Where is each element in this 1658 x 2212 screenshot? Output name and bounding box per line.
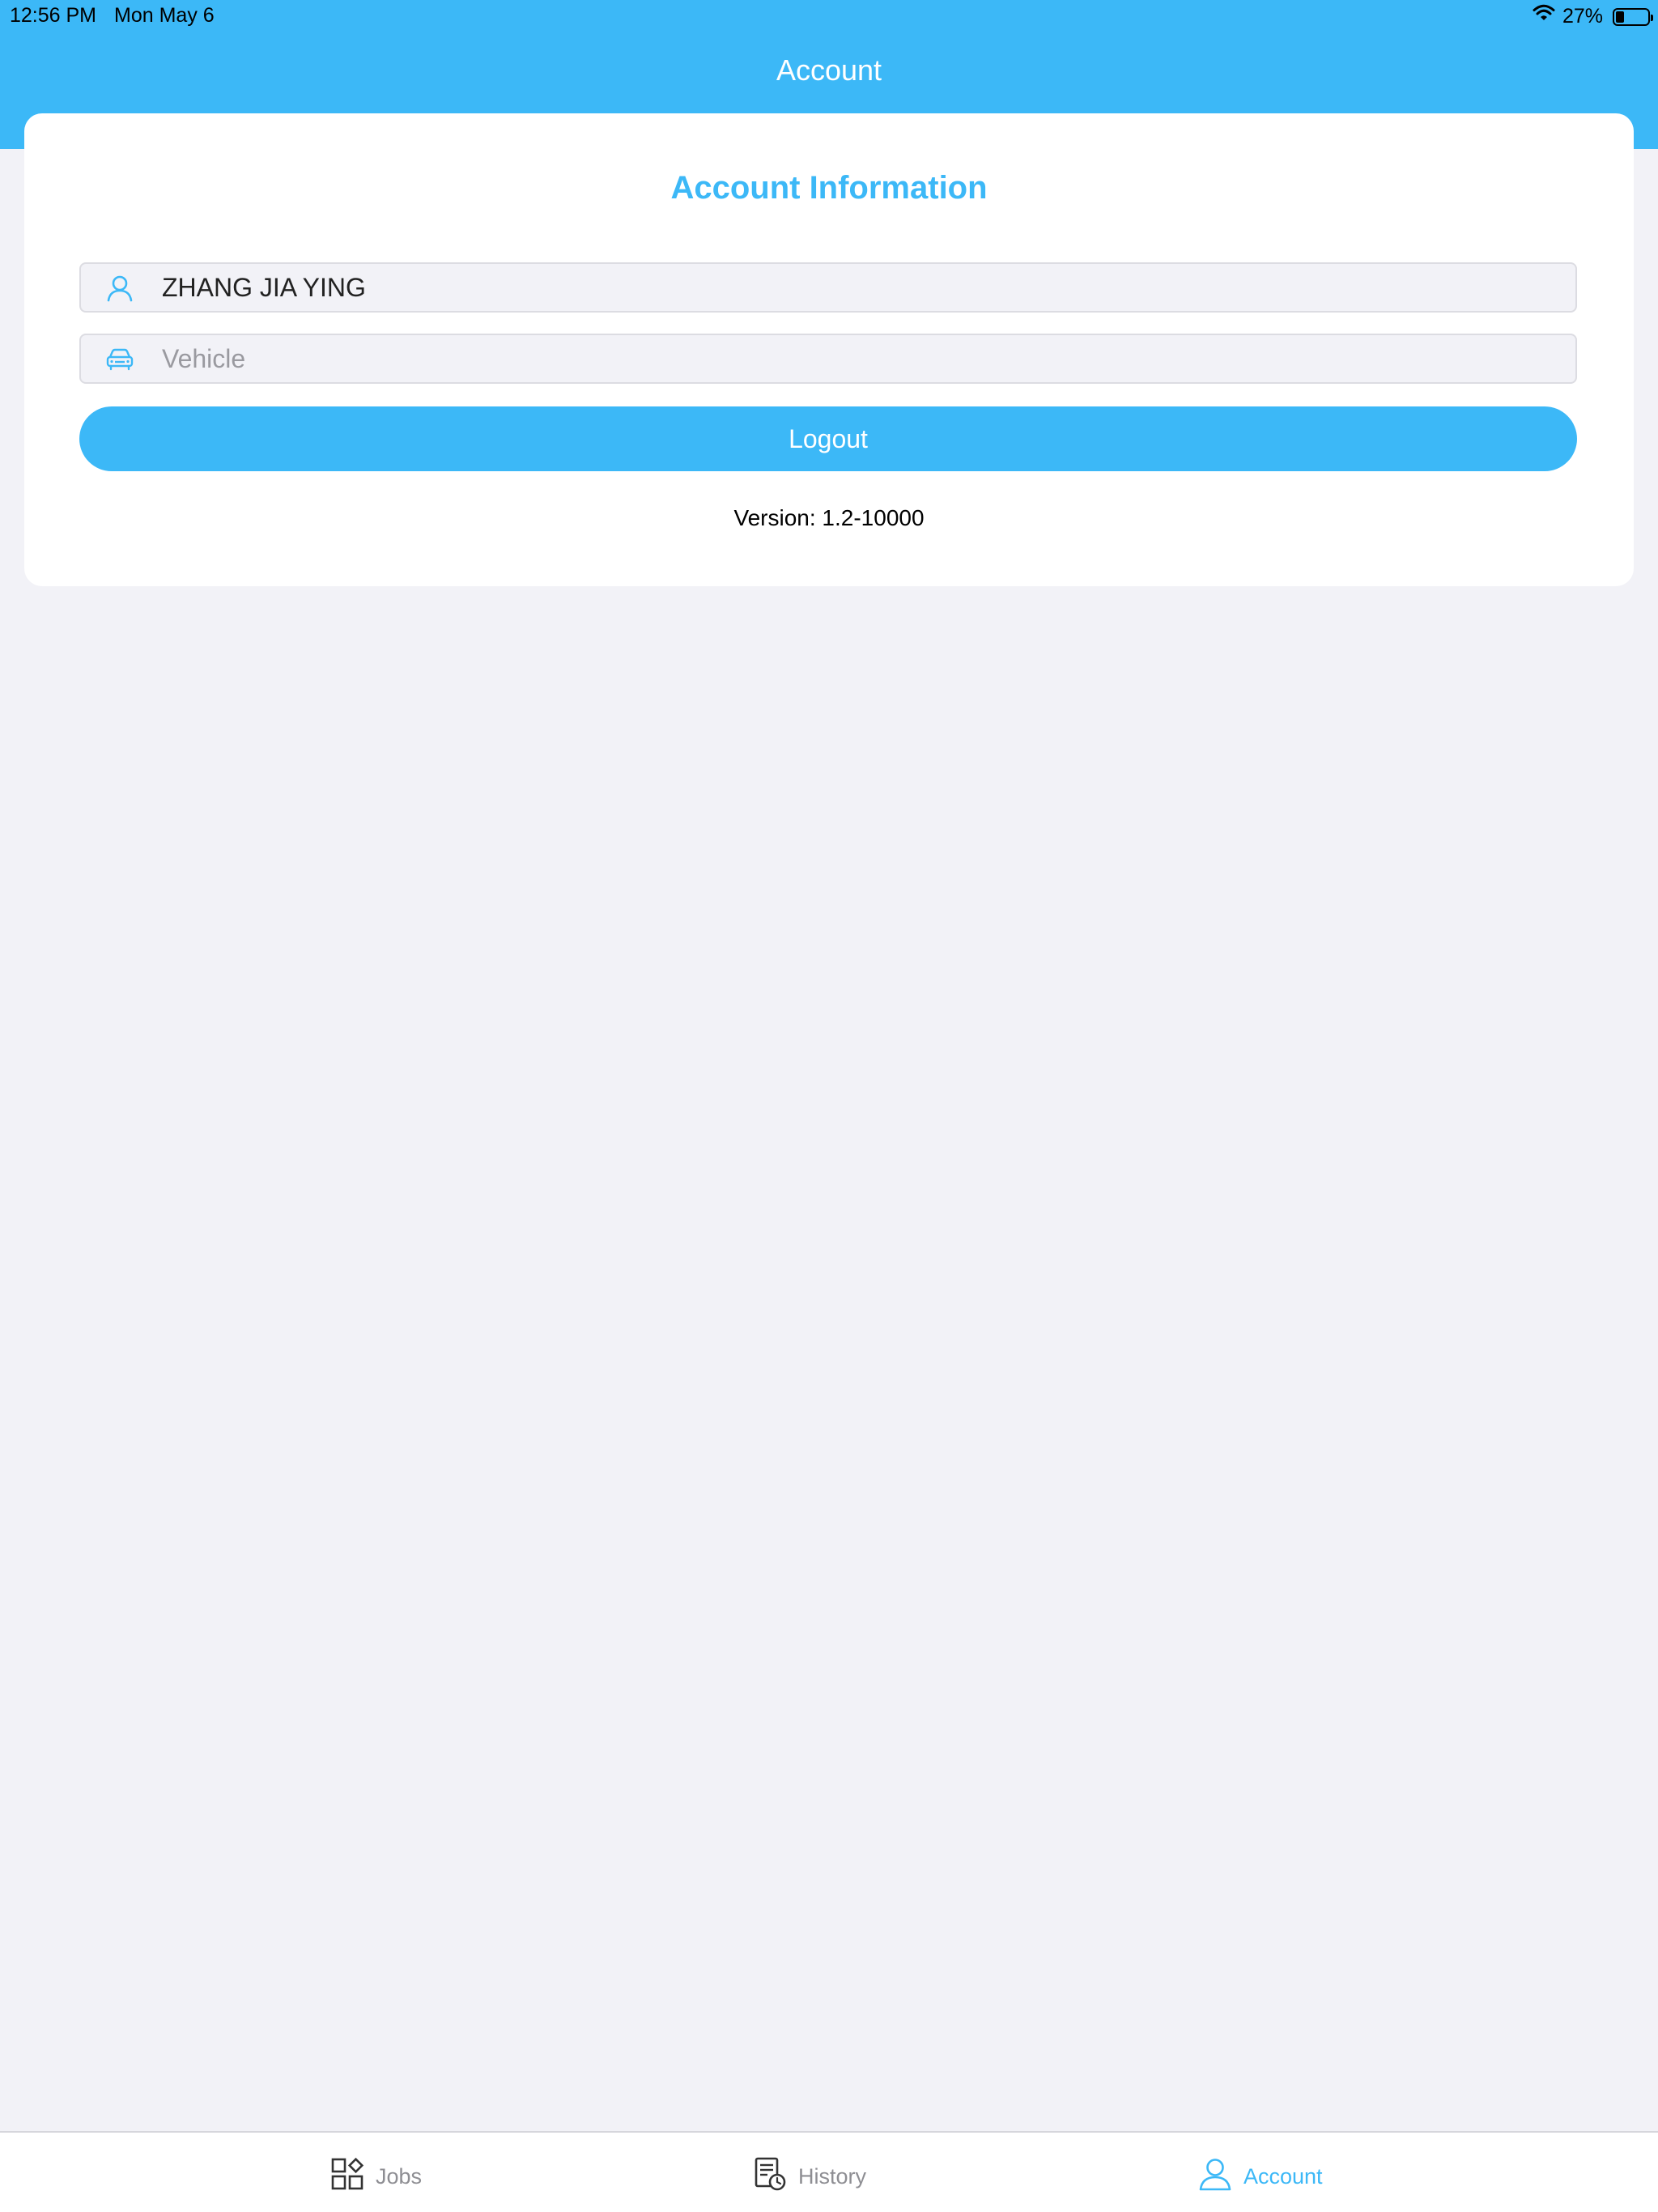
tab-jobs-label: Jobs: [376, 2164, 423, 2189]
tab-account[interactable]: Account: [1198, 2157, 1323, 2197]
grid-icon: [330, 2157, 364, 2197]
user-icon: [1198, 2157, 1232, 2197]
status-date: Mon May 6: [114, 4, 215, 27]
user-icon: [105, 274, 134, 302]
card-title: Account Information: [670, 170, 988, 206]
name-input[interactable]: [162, 264, 1538, 311]
tab-bar: Jobs History Account: [0, 2131, 1658, 2212]
battery-percent: 27%: [1562, 5, 1603, 28]
logout-button[interactable]: Logout: [79, 406, 1577, 471]
car-icon: [105, 346, 134, 373]
tab-history[interactable]: History: [753, 2157, 866, 2197]
tab-account-label: Account: [1244, 2164, 1323, 2189]
status-time: 12:56 PM: [10, 4, 97, 27]
tab-jobs[interactable]: Jobs: [330, 2157, 422, 2197]
vehicle-input[interactable]: [162, 335, 1538, 382]
status-bar-right: 27%: [1532, 4, 1653, 29]
name-field[interactable]: [79, 262, 1577, 313]
battery-icon: [1613, 7, 1653, 26]
account-information-card: Account Information Logout Version: 1.2-…: [24, 113, 1634, 586]
vehicle-field[interactable]: [79, 334, 1577, 384]
page-title: Account: [776, 53, 882, 87]
tab-history-label: History: [798, 2164, 867, 2189]
history-document-icon: [753, 2157, 787, 2197]
version-text: Version: 1.2-10000: [733, 505, 925, 530]
status-bar: 12:56 PM Mon May 6 27%: [0, 0, 1658, 32]
wifi-icon: [1532, 4, 1556, 29]
status-bar-left: 12:56 PM Mon May 6: [10, 4, 215, 28]
battery-level-fill: [1616, 11, 1624, 23]
